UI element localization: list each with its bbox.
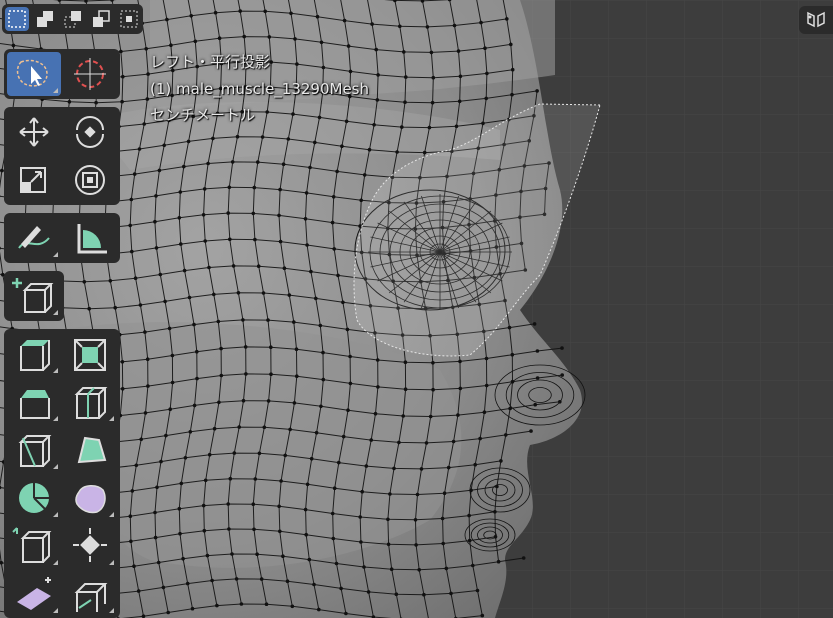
selection-mode-bar <box>2 4 143 34</box>
knife-tool[interactable] <box>7 428 61 472</box>
viewport-canvas[interactable] <box>0 0 833 618</box>
rip-region-tool[interactable] <box>63 572 117 616</box>
poly-build-tool[interactable] <box>63 428 117 472</box>
view-toggle-button[interactable] <box>799 6 833 34</box>
transform-tool[interactable] <box>63 158 117 202</box>
measure-tool[interactable] <box>63 216 117 260</box>
toolbar-transform-group <box>4 107 120 205</box>
add-cube-tool[interactable] <box>7 274 61 318</box>
select-new-icon[interactable] <box>5 7 29 31</box>
annotate-tool[interactable] <box>7 216 61 260</box>
units-label: センチメートル <box>150 106 256 124</box>
move-tool[interactable] <box>7 110 61 154</box>
select-subtract-icon[interactable] <box>61 7 85 31</box>
inset-faces-tool[interactable] <box>63 332 117 376</box>
cursor-tool[interactable] <box>63 52 117 96</box>
shrink-fatten-tool[interactable] <box>63 524 117 568</box>
select-intersect-icon[interactable] <box>117 7 141 31</box>
toolbar-add-group <box>4 271 64 321</box>
shear-tool[interactable] <box>7 572 61 616</box>
object-info-label: (1) male_muscle_13290Mesh <box>150 80 370 98</box>
select-invert-icon[interactable] <box>89 7 113 31</box>
bevel-tool[interactable] <box>7 380 61 424</box>
toolbar-edit-group <box>4 329 120 618</box>
view-toggle-icon <box>807 11 825 28</box>
smooth-vertices-tool[interactable] <box>63 476 117 520</box>
view-name-label: レフト・平行投影 <box>150 53 271 71</box>
select-box-tool[interactable] <box>7 52 61 96</box>
toolbar-select-group <box>4 49 120 99</box>
3d-viewport[interactable] <box>0 0 833 618</box>
edge-slide-tool[interactable] <box>7 524 61 568</box>
rotate-tool[interactable] <box>63 110 117 154</box>
extrude-region-tool[interactable] <box>7 332 61 376</box>
toolbar-annotate-group <box>4 213 120 263</box>
loop-cut-tool[interactable] <box>63 380 117 424</box>
select-extend-icon[interactable] <box>33 7 57 31</box>
scale-tool[interactable] <box>7 158 61 202</box>
spin-tool[interactable] <box>7 476 61 520</box>
